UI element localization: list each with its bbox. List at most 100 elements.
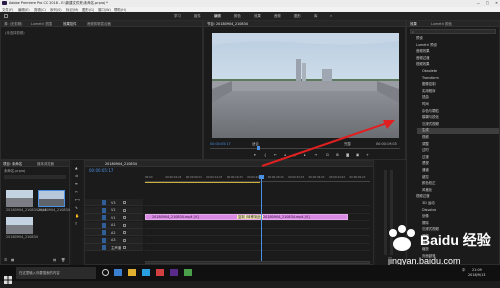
track-header[interactable]: 主声道 (85, 244, 143, 251)
ripple-edit-tool-icon[interactable]: ⇹ (75, 182, 78, 186)
effects-tree-item[interactable]: 扭曲 (417, 95, 499, 101)
razor-tool-icon[interactable]: ✂ (75, 190, 78, 194)
track-target-toggle[interactable] (102, 207, 106, 213)
effects-tree-item[interactable]: Transform (417, 76, 499, 82)
pen-tool-icon[interactable]: ✎ (75, 206, 78, 210)
lock-icon[interactable] (123, 238, 126, 242)
selection-tool-icon[interactable]: ▲ (75, 166, 78, 170)
track-target-toggle[interactable] (102, 230, 106, 235)
menu-sequence[interactable]: 序列(S) (50, 8, 62, 12)
tab-project[interactable]: 项目: 未命名 (3, 162, 22, 166)
effects-tree-item[interactable]: 视频效果 (411, 62, 497, 68)
app-icon[interactable] (156, 269, 164, 276)
program-title[interactable]: 节目: 20180904_210834 (207, 22, 248, 26)
workspace-color[interactable]: 颜色 (234, 14, 241, 18)
menu-file[interactable]: 文件(F) (2, 8, 13, 12)
track-header[interactable]: V2 (85, 206, 143, 214)
track-header[interactable]: A1 (85, 221, 143, 229)
tab-audio-clip-mixer[interactable]: 音频剪辑混合器 (87, 22, 111, 26)
menu-window[interactable]: 窗口(W) (98, 8, 111, 12)
effects-tree-item[interactable]: 预设 (411, 36, 497, 42)
effects-tree-item[interactable]: 视频过渡 (411, 194, 497, 200)
track-lane[interactable] (145, 244, 370, 251)
effects-tree-item[interactable]: 风格化 (417, 188, 499, 194)
effects-tree-item[interactable]: Lumetri 预设 (411, 43, 497, 49)
lock-icon[interactable] (123, 246, 126, 249)
premiere-taskbar-icon[interactable] (170, 269, 178, 276)
effects-tree-item[interactable]: 过时 (417, 148, 499, 154)
effects-tree-item[interactable]: Obsolete (417, 69, 499, 75)
track-target-toggle[interactable] (102, 245, 106, 250)
tab-source[interactable]: 源: (无剪辑) (4, 22, 22, 26)
work-area-bar[interactable] (145, 182, 260, 183)
menu-edit[interactable]: 编辑(E) (18, 8, 30, 12)
new-item-icon[interactable]: ▤ (53, 258, 56, 262)
effects-tree-item[interactable]: 实用程序 (417, 89, 499, 95)
lock-icon[interactable] (123, 201, 126, 204)
track-lane[interactable] (145, 229, 370, 236)
track-target-toggle[interactable] (102, 200, 106, 205)
track-lane[interactable] (145, 237, 370, 244)
home-icon[interactable] (4, 14, 8, 18)
cortana-icon[interactable] (102, 269, 109, 276)
effects-tree-item[interactable]: 过渡 (417, 155, 499, 161)
tab-lumetri-color[interactable]: Lumetri 颜色 (431, 22, 452, 26)
type-tool-icon[interactable]: T (75, 222, 77, 226)
workspace-audio[interactable]: 音频 (274, 14, 281, 18)
effects-tree-item[interactable]: 沉浸式视频 (417, 122, 499, 128)
effects-tree-item[interactable]: 图像控制 (417, 82, 499, 88)
menu-clip[interactable]: 剪辑(C) (34, 8, 46, 12)
workspace-graphics[interactable]: 图形 (294, 14, 301, 18)
project-thumbnail-1[interactable] (6, 190, 33, 207)
menu-help[interactable]: 帮助(H) (114, 8, 126, 12)
effects-tree-item[interactable]: 音频效果 (411, 49, 497, 55)
effects-tree-item[interactable]: 生成 (417, 128, 499, 135)
tab-lumetri-scopes[interactable]: Lumetri 范围 (31, 22, 52, 26)
track-select-tool-icon[interactable]: ⇉ (75, 174, 78, 178)
project-search-input[interactable] (4, 175, 66, 179)
track-target-toggle[interactable] (102, 215, 106, 220)
effects-tree-item[interactable]: 模糊与锐化 (417, 115, 499, 121)
effects-tree-item[interactable]: 键控 (417, 175, 499, 181)
close-button[interactable]: ✕ (495, 1, 498, 5)
app-icon[interactable] (184, 269, 192, 276)
effects-tree-item[interactable]: 调整 (417, 142, 499, 148)
timeline-playhead[interactable] (261, 175, 262, 263)
icon-view-icon[interactable]: ▦ (11, 258, 14, 262)
workspace-learn[interactable]: 学习 (174, 14, 181, 18)
workspace-more[interactable]: » (330, 14, 332, 18)
track-lane[interactable] (145, 199, 370, 206)
minimize-button[interactable]: — (477, 1, 480, 5)
clock-date[interactable]: 2018/9/13 (468, 273, 485, 277)
hand-tool-icon[interactable]: ✋ (75, 214, 79, 218)
effects-tree-item[interactable]: Dissolve (417, 208, 499, 214)
timeline-timecode[interactable]: 00:00:05:17 (89, 169, 113, 173)
effects-tree-item[interactable]: 视频 (417, 135, 499, 141)
video-clip-a[interactable]: 20180904_210834.mp4 [V] (145, 214, 238, 220)
list-view-icon[interactable]: ☰ (4, 258, 7, 262)
track-lane[interactable] (145, 222, 370, 229)
effects-tree-item[interactable]: 3D 运动 (417, 201, 499, 207)
workspace-libraries[interactable]: 库 (314, 14, 317, 18)
effects-tree-item[interactable]: 杂色与颗粒 (417, 109, 499, 115)
tab-sequence[interactable]: 20180904_210834 (105, 162, 137, 166)
playhead-head[interactable] (259, 175, 264, 179)
store-icon[interactable] (142, 269, 150, 276)
effects-tree-item[interactable]: 时间 (417, 102, 499, 108)
track-header[interactable]: A3 (85, 236, 143, 244)
track-lane[interactable] (145, 207, 370, 214)
slip-tool-icon[interactable]: ⟷ (75, 198, 80, 202)
track-header[interactable]: A2 (85, 229, 143, 236)
effects-tree-item[interactable]: 音频过渡 (411, 56, 497, 62)
lock-icon[interactable] (123, 208, 126, 212)
lock-icon[interactable] (123, 216, 126, 219)
explorer-icon[interactable] (128, 269, 136, 276)
track-target-toggle[interactable] (102, 237, 106, 243)
input-language[interactable]: 中 (462, 268, 465, 272)
edge-icon[interactable] (114, 269, 122, 276)
timeline-scrollbar[interactable] (145, 261, 370, 264)
tab-media-browser[interactable]: 媒体浏览器 (37, 162, 54, 166)
maximize-button[interactable]: □ (486, 1, 489, 5)
track-header[interactable]: V1 (85, 214, 143, 221)
effects-tree-item[interactable]: 划像 (417, 214, 499, 220)
